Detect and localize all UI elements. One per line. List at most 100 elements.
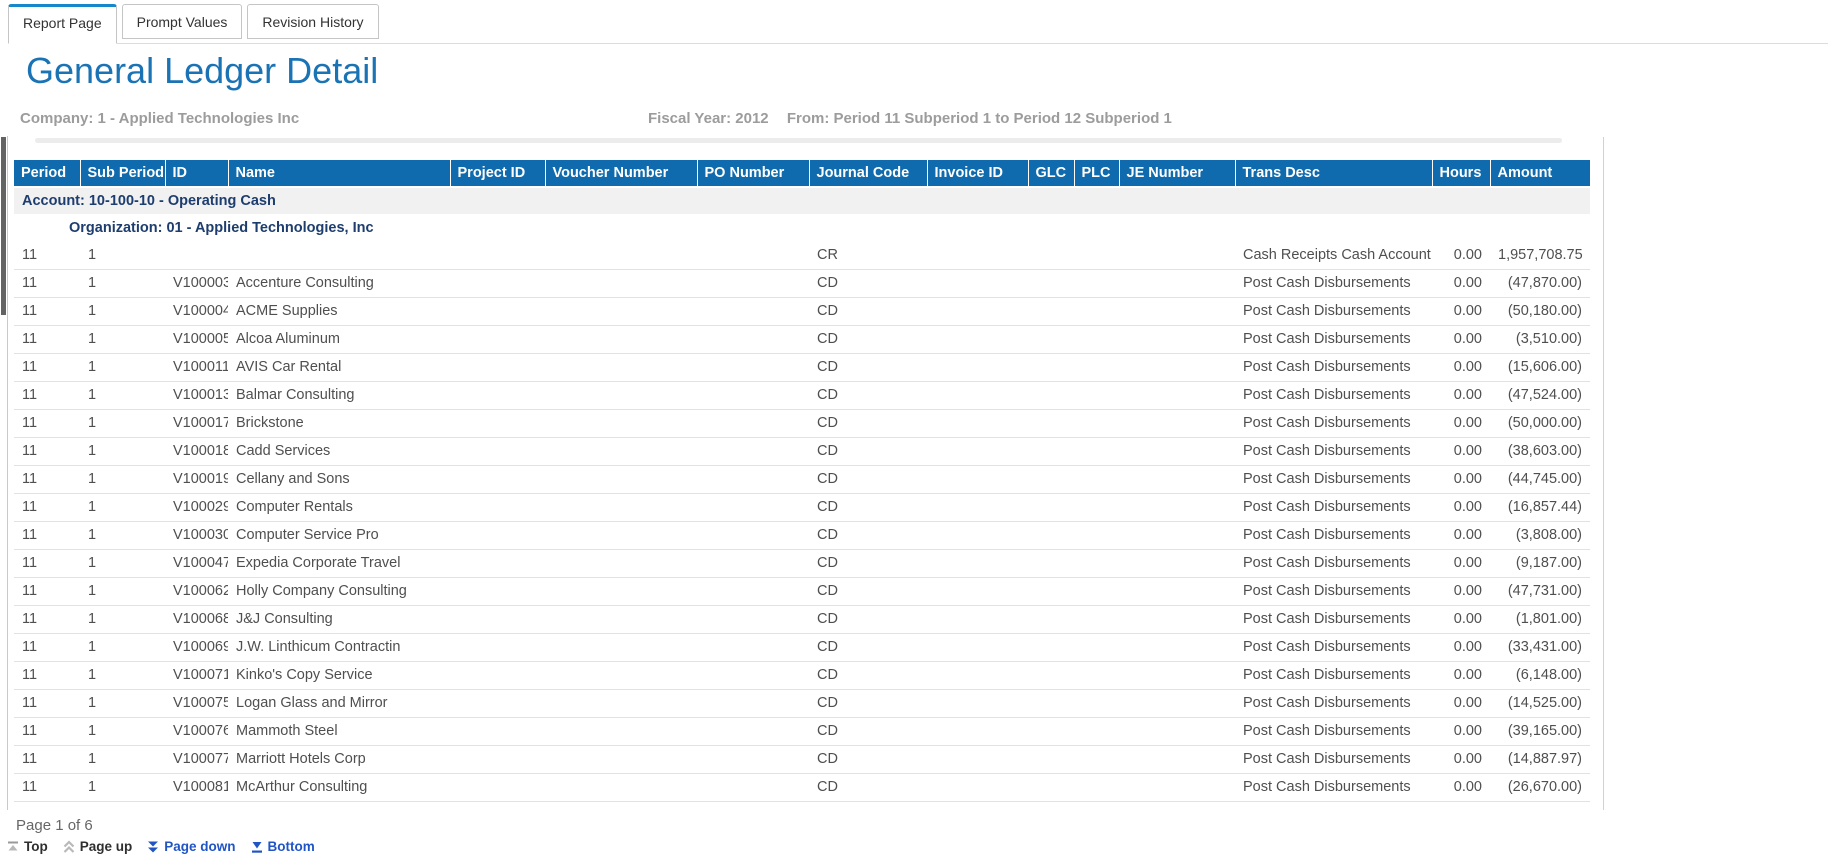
cell-po-number xyxy=(697,661,809,689)
cell-invoice-id xyxy=(927,633,1028,661)
cell-journal-code: CD xyxy=(809,353,927,381)
cell-hours: 0.00 xyxy=(1432,605,1490,633)
cell-glc xyxy=(1028,325,1074,353)
cell-plc xyxy=(1074,633,1119,661)
cell-je-number xyxy=(1119,605,1235,633)
page-title: General Ledger Detail xyxy=(26,50,378,92)
cell-trans-desc: Post Cash Disbursements xyxy=(1235,717,1432,745)
cell-plc xyxy=(1074,605,1119,633)
cell-journal-code: CD xyxy=(809,521,927,549)
tab-report-page[interactable]: Report Page xyxy=(8,4,117,44)
cell-glc xyxy=(1028,689,1074,717)
cell-project-id xyxy=(450,353,545,381)
cell-id xyxy=(165,241,228,269)
cell-invoice-id xyxy=(927,409,1028,437)
cell-po-number xyxy=(697,493,809,521)
cell-glc xyxy=(1028,549,1074,577)
table-row: 11 1 V100062 Holly Company Consulting CD… xyxy=(14,577,1590,605)
cell-po-number xyxy=(697,549,809,577)
cell-trans-desc: Post Cash Disbursements xyxy=(1235,773,1432,801)
cell-project-id xyxy=(450,493,545,521)
cell-amount: (15,606.00) xyxy=(1490,353,1590,381)
cell-glc xyxy=(1028,409,1074,437)
cell-trans-desc: Post Cash Disbursements xyxy=(1235,269,1432,297)
cell-voucher-number xyxy=(545,353,697,381)
cell-sub-period: 1 xyxy=(80,353,165,381)
cell-sub-period: 1 xyxy=(80,241,165,269)
cell-hours: 0.00 xyxy=(1432,549,1490,577)
cell-invoice-id xyxy=(927,493,1028,521)
cell-id: V100013 xyxy=(165,381,228,409)
cell-period: 11 xyxy=(14,353,80,381)
cell-voucher-number xyxy=(545,549,697,577)
cell-period: 11 xyxy=(14,437,80,465)
cell-invoice-id xyxy=(927,269,1028,297)
nav-top-button[interactable]: Top xyxy=(6,839,48,854)
table-row: 11 1 V100069 J.W. Linthicum Contractin C… xyxy=(14,633,1590,661)
cell-hours: 0.00 xyxy=(1432,353,1490,381)
cell-id: V100029 xyxy=(165,493,228,521)
cell-invoice-id xyxy=(927,717,1028,745)
cell-hours: 0.00 xyxy=(1432,689,1490,717)
nav-page-down-button[interactable]: Page down xyxy=(146,839,235,854)
nav-label: Bottom xyxy=(268,839,315,854)
tab-prompt-values[interactable]: Prompt Values xyxy=(122,4,243,39)
table-row: 11 1 V100047 Expedia Corporate Travel CD… xyxy=(14,549,1590,577)
cell-project-id xyxy=(450,773,545,801)
cell-project-id xyxy=(450,381,545,409)
organization-group-label: Organization: 01 - Applied Technologies,… xyxy=(14,214,1590,241)
cell-hours: 0.00 xyxy=(1432,661,1490,689)
cell-po-number xyxy=(697,521,809,549)
cell-period: 11 xyxy=(14,297,80,325)
cell-journal-code: CD xyxy=(809,605,927,633)
vertical-scrollbar-thumb[interactable] xyxy=(1,137,6,315)
cell-voucher-number xyxy=(545,773,697,801)
nav-label: Page down xyxy=(164,839,235,854)
cell-trans-desc: Post Cash Disbursements xyxy=(1235,437,1432,465)
cell-project-id xyxy=(450,521,545,549)
cell-je-number xyxy=(1119,549,1235,577)
cell-period: 11 xyxy=(14,689,80,717)
cell-id: V100019 xyxy=(165,465,228,493)
cell-amount: (50,000.00) xyxy=(1490,409,1590,437)
cell-je-number xyxy=(1119,661,1235,689)
cell-invoice-id xyxy=(927,521,1028,549)
tab-label: Revision History xyxy=(262,14,363,30)
nav-page-up-button[interactable]: Page up xyxy=(62,839,133,854)
cell-plc xyxy=(1074,297,1119,325)
cell-journal-code: CD xyxy=(809,381,927,409)
cell-journal-code: CD xyxy=(809,689,927,717)
cell-glc xyxy=(1028,381,1074,409)
cell-trans-desc: Post Cash Disbursements xyxy=(1235,549,1432,577)
cell-plc xyxy=(1074,325,1119,353)
cell-po-number xyxy=(697,689,809,717)
cell-hours: 0.00 xyxy=(1432,465,1490,493)
cell-journal-code: CR xyxy=(809,241,927,269)
cell-po-number xyxy=(697,745,809,773)
col-header-glc: GLC xyxy=(1028,160,1074,187)
cell-plc xyxy=(1074,437,1119,465)
table-row: 11 1 V100030 Computer Service Pro CD Pos… xyxy=(14,521,1590,549)
table-row: 11 1 CR Cash Receipts Cash Account 0.00 … xyxy=(14,241,1590,269)
cell-journal-code: CD xyxy=(809,409,927,437)
col-header-hours: Hours xyxy=(1432,160,1490,187)
account-group-label: Account: 10-100-10 - Operating Cash xyxy=(14,187,1590,214)
cell-po-number xyxy=(697,241,809,269)
cell-period: 11 xyxy=(14,577,80,605)
cell-id: V100077 xyxy=(165,745,228,773)
cell-je-number xyxy=(1119,633,1235,661)
cell-glc xyxy=(1028,241,1074,269)
table-row: 11 1 V100068 J&J Consulting CD Post Cash… xyxy=(14,605,1590,633)
cell-id: V100005 xyxy=(165,325,228,353)
cell-po-number xyxy=(697,353,809,381)
horizontal-scrollbar[interactable] xyxy=(35,138,1562,143)
cell-amount: (1,801.00) xyxy=(1490,605,1590,633)
tab-revision-history[interactable]: Revision History xyxy=(247,4,378,39)
cell-sub-period: 1 xyxy=(80,521,165,549)
cell-project-id xyxy=(450,241,545,269)
cell-plc xyxy=(1074,577,1119,605)
cell-invoice-id xyxy=(927,381,1028,409)
nav-bottom-button[interactable]: Bottom xyxy=(250,839,315,854)
cell-trans-desc: Post Cash Disbursements xyxy=(1235,409,1432,437)
cell-amount: (50,180.00) xyxy=(1490,297,1590,325)
